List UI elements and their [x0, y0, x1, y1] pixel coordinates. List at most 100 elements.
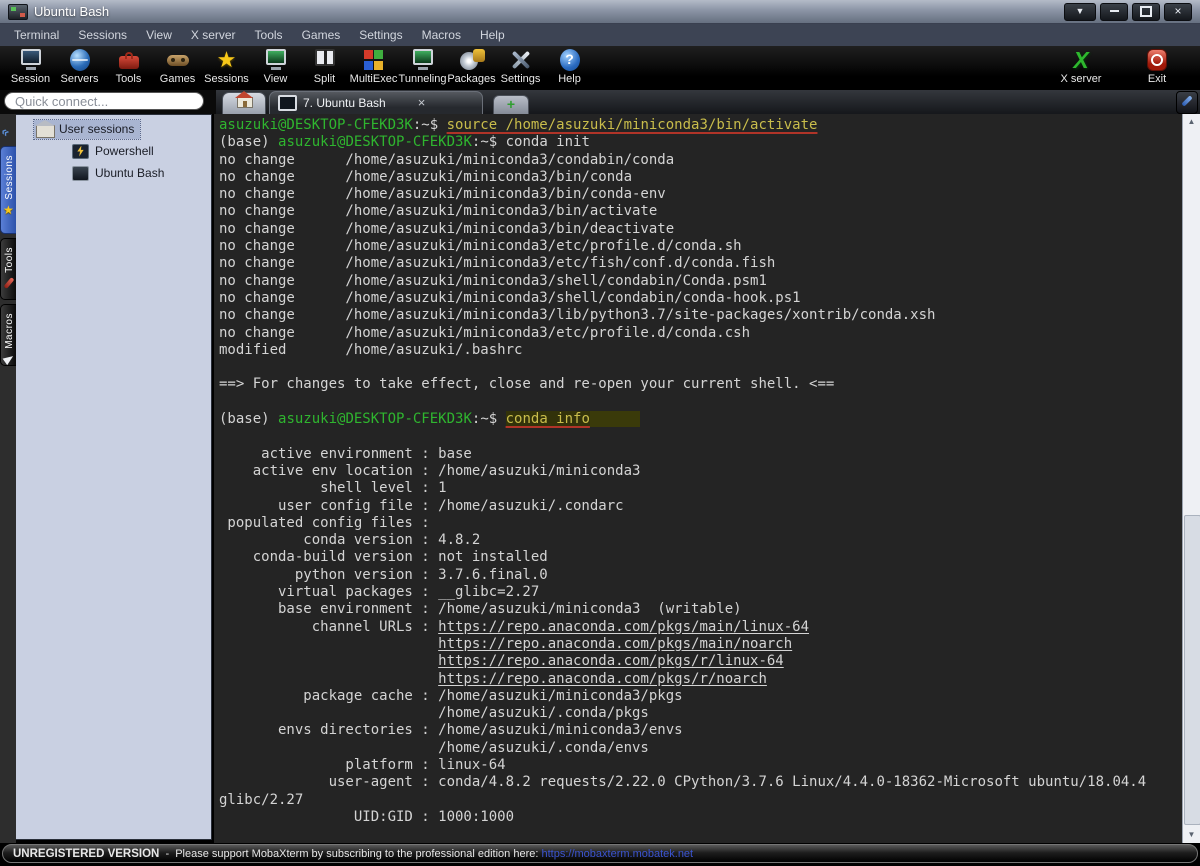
grid-icon	[361, 48, 387, 72]
toolbar-label: Games	[159, 73, 196, 85]
terminal-line: (base) asuzuki@DESKTOP-CFEKD3K:~$ conda …	[219, 411, 1182, 428]
terminal-line: /home/asuzuki/.conda/envs	[219, 739, 649, 756]
scroll-down-button[interactable]: ▼	[1183, 827, 1200, 843]
tabbar: 7. Ubuntu Bash × +	[216, 90, 1200, 114]
xtools-icon	[508, 48, 534, 72]
terminal-line: virtual packages : __glibc=2.27	[219, 584, 540, 601]
menu-terminal[interactable]: Terminal	[14, 28, 59, 42]
terminal-icon	[278, 95, 297, 111]
terminal-line: no change /home/asuzuki/miniconda3/bin/d…	[219, 220, 675, 237]
terminal-line: glibc/2.27	[219, 791, 304, 808]
toolbar-label: Packages	[447, 73, 496, 85]
toolbar-games-button[interactable]: Games	[153, 48, 202, 85]
cd-icon	[459, 48, 485, 72]
toolbar-view-button[interactable]: View	[251, 48, 300, 85]
side-tab-label: Tools	[3, 247, 15, 273]
side-tab-label: Sessions	[3, 155, 15, 200]
collapse-sidebar-button[interactable]: «	[0, 123, 13, 139]
mobatek-link[interactable]: https://mobaxterm.mobatek.net	[541, 848, 693, 860]
toolbar-session-button[interactable]: Session	[6, 48, 55, 85]
toolbar-settings-button[interactable]: Settings	[496, 48, 545, 85]
toolbar-servers-button[interactable]: Servers	[55, 48, 104, 85]
terminal-line: https://repo.anaconda.com/pkgs/r/noarch	[438, 670, 767, 687]
tab-ubuntu-bash[interactable]: 7. Ubuntu Bash ×	[269, 91, 483, 114]
toolbar-split-button[interactable]: Split	[300, 48, 349, 85]
toolbar-label: View	[263, 73, 288, 85]
tab-label: 7. Ubuntu Bash	[303, 96, 386, 110]
toolbox-icon	[116, 48, 142, 72]
terminal-line: no change /home/asuzuki/miniconda3/conda…	[219, 151, 675, 168]
toolbar-label: Servers	[60, 73, 99, 85]
sidebar-item-user-sessions[interactable]: User sessions	[16, 118, 211, 140]
minimize-button[interactable]	[1100, 2, 1128, 21]
terminal-line: no change /home/asuzuki/miniconda3/bin/a…	[219, 203, 658, 220]
terminal-line: no change /home/asuzuki/miniconda3/bin/c…	[219, 186, 666, 203]
scrollbar-thumb[interactable]	[1184, 514, 1200, 825]
toolbar-sessions-button[interactable]: ★ Sessions	[202, 47, 251, 86]
menu-macros[interactable]: Macros	[422, 28, 461, 42]
toolbar-help-button[interactable]: Help	[545, 48, 594, 85]
terminal-line: asuzuki@DESKTOP-CFEKD3K:~$ source /home/…	[219, 117, 818, 133]
tree-item-label: Powershell	[95, 144, 154, 158]
toolbar-x-server-button[interactable]: XX server	[1050, 48, 1112, 85]
toolbar-label: MultiExec	[349, 73, 398, 85]
terminal-line: https://repo.anaconda.com/pkgs/r/linux-6…	[438, 653, 784, 670]
maximize-button[interactable]	[1132, 2, 1160, 21]
terminal-scrollbar[interactable]: ▲ ▼	[1182, 114, 1200, 843]
quick-connect-input[interactable]	[4, 92, 204, 110]
toolbar-exit-button[interactable]: Exit	[1126, 48, 1188, 85]
terminal-line: channel URLs : https://repo.anaconda.com…	[219, 618, 810, 635]
terminal-line: python version : 3.7.6.final.0	[219, 566, 548, 583]
terminal-output: asuzuki@DESKTOP-CFEKD3K:~$ source /home/…	[214, 114, 1182, 826]
toolbar-tunneling-button[interactable]: Tunneling	[398, 48, 447, 85]
terminal-line: active environment : base	[219, 445, 472, 462]
menu-tools[interactable]: Tools	[255, 28, 283, 42]
terminal-line: package cache : /home/asuzuki/miniconda3…	[219, 687, 683, 704]
tree-item-label: Ubuntu Bash	[95, 166, 165, 180]
side-tab-sessions[interactable]: Sessions ★	[0, 146, 17, 234]
status-message: - Please support MobaXterm by subscribin…	[159, 847, 542, 860]
sidebar-item-powershell[interactable]: Powershell	[16, 140, 211, 162]
menu-sessions[interactable]: Sessions	[78, 28, 127, 42]
toolbar-packages-button[interactable]: Packages	[447, 48, 496, 85]
monitor-icon	[18, 48, 44, 72]
menu-settings[interactable]: Settings	[359, 28, 402, 42]
close-icon: ×	[1174, 3, 1182, 18]
terminal-line: shell level : 1	[219, 480, 447, 497]
side-tab-macros[interactable]: Macros	[0, 304, 17, 366]
app-icon	[8, 3, 28, 20]
side-tab-tools[interactable]: Tools	[0, 238, 17, 300]
sidebar: User sessions Powershell Ubuntu Bash	[16, 114, 212, 840]
chevron-down-icon: ▼	[1075, 5, 1085, 16]
scroll-up-button[interactable]: ▲	[1183, 114, 1200, 130]
globe-icon	[67, 48, 93, 72]
pen-icon	[1181, 96, 1192, 107]
panel-toggle-button[interactable]	[1176, 91, 1198, 114]
star-icon: ★	[216, 47, 237, 72]
quick-connect-row	[0, 90, 216, 114]
home-tab[interactable]	[222, 91, 266, 114]
close-button[interactable]: ×	[1164, 2, 1192, 21]
terminal-line: modified /home/asuzuki/.bashrc	[219, 341, 523, 358]
tab-close-button[interactable]: ×	[418, 96, 426, 109]
titlebar-dropdown-button[interactable]: ▼	[1064, 2, 1096, 21]
menu-view[interactable]: View	[146, 28, 172, 42]
terminal-line: user-agent : conda/4.8.2 requests/2.22.0…	[219, 774, 1147, 791]
terminal-line: (base) asuzuki@DESKTOP-CFEKD3K:~$ conda …	[219, 134, 590, 151]
terminal-line: UID:GID : 1000:1000	[219, 808, 515, 825]
toolbar-tools-button[interactable]: Tools	[104, 48, 153, 85]
toolbar-label: Settings	[500, 73, 541, 85]
toolbar-label: Exit	[1147, 73, 1167, 85]
new-tab-button[interactable]: +	[493, 95, 529, 114]
menu-x-server[interactable]: X server	[191, 28, 236, 42]
terminal[interactable]: asuzuki@DESKTOP-CFEKD3K:~$ source /home/…	[214, 114, 1182, 843]
sidebar-item-ubuntu-bash[interactable]: Ubuntu Bash	[16, 162, 211, 184]
statusbar: UNREGISTERED VERSION - Please support Mo…	[0, 843, 1200, 866]
menu-games[interactable]: Games	[302, 28, 341, 42]
terminal-line: no change /home/asuzuki/miniconda3/shell…	[219, 289, 801, 306]
menu-help[interactable]: Help	[480, 28, 505, 42]
terminal-line: platform : linux-64	[219, 756, 506, 773]
toolbar-multiexec-button[interactable]: MultiExec	[349, 48, 398, 85]
